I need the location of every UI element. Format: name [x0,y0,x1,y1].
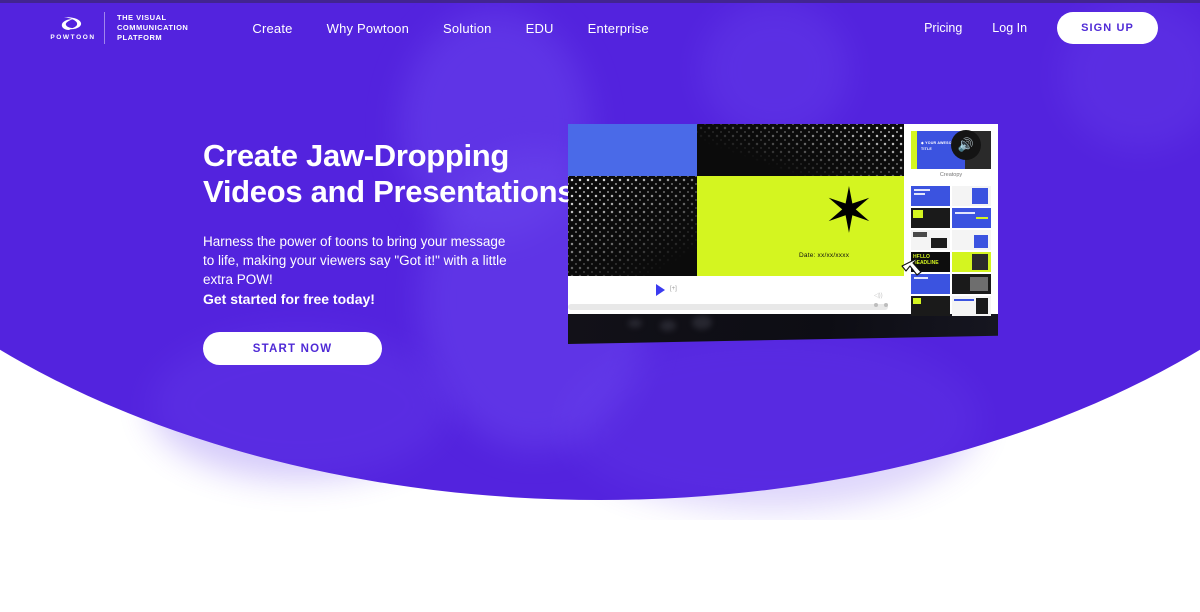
hero-sub-emphasis: Get started for free today! [203,291,375,307]
sidebar-label: Creatopy [939,172,963,178]
canvas-date-text: Date: xx/xx/xxxx [799,252,850,259]
list-item[interactable] [911,208,950,228]
login-link[interactable]: Log In [992,21,1027,35]
nav-item-create[interactable]: Create [252,21,292,36]
stats-bar: 1 1 5,7 2 0,4 8 9 POWTOONS CREATED USED … [0,520,1200,612]
hero-sub-line-3: extra POW! [203,272,273,287]
signup-button[interactable]: SIGN UP [1057,12,1158,44]
pricing-link[interactable]: Pricing [924,21,962,35]
play-badge-label: [+] [670,286,677,292]
page-title: Create Jaw-Dropping Videos and Presentat… [203,138,583,210]
brand-logo[interactable]: POWTOON THE VISUAL COMMUNICATION PLATFOR… [50,12,188,44]
hero-title-line-1: Create Jaw-Dropping [203,138,510,173]
nav-item-enterprise[interactable]: Enterprise [588,21,649,36]
list-item[interactable] [952,252,991,272]
halftone-pattern-icon [568,176,697,276]
list-item[interactable] [952,274,991,294]
hero-title-line-2: Videos and Presentations [203,174,575,209]
canvas-quadrant-lime: ✶ Date: xx/xx/xxxx [697,176,904,276]
hero-sub-line-1: Harness the power of toons to bring your… [203,234,506,249]
nav-item-edu[interactable]: EDU [526,21,554,36]
hero-copy: Create Jaw-Dropping Videos and Presentat… [203,138,583,365]
list-item[interactable] [952,186,991,206]
editor-canvas[interactable]: ✶ Date: xx/xx/xxxx [568,124,904,276]
canvas-quadrant-halftone-top [697,124,904,176]
canvas-quadrant-halftone-left [568,176,697,276]
list-item[interactable] [911,230,950,250]
list-item[interactable] [952,208,991,228]
logo-wordmark: POWTOON [50,34,96,41]
header-actions: Pricing Log In SIGN UP [924,12,1158,44]
timeline-marker[interactable] [884,303,888,307]
product-screenshot: ✶ Date: xx/xx/xxxx [+] ◁)) ◆ YOUR AWESOM… [568,124,998,366]
player-controls: [+] ◁)) [568,276,904,314]
list-item[interactable] [952,296,991,316]
app-window: ✶ Date: xx/xx/xxxx [+] ◁)) ◆ YOUR AWESOM… [568,124,998,316]
list-item[interactable] [911,296,950,316]
hero-subtitle: Harness the power of toons to bring your… [203,232,583,289]
canvas-quadrant-blue [568,124,697,176]
hero-sub-line-2: to life, making your viewers say "Got it… [203,253,507,268]
nav-item-why-powtoon[interactable]: Why Powtoon [327,21,409,36]
speaker-icon[interactable]: 🔊 [951,130,981,160]
landing-page: POWTOON THE VISUAL COMMUNICATION PLATFOR… [0,0,1200,612]
app-sidebar: ◆ YOUR AWESOME TITLE 🔊 Creatopy HELLO HE… [904,124,998,316]
volume-icon[interactable]: ◁)) [874,292,883,299]
brand-divider [104,12,105,44]
list-item[interactable] [911,186,950,206]
nav-item-solution[interactable]: Solution [443,21,492,36]
timeline-marker[interactable] [874,303,878,307]
timeline-scrubber[interactable] [568,304,888,310]
site-header: POWTOON THE VISUAL COMMUNICATION PLATFOR… [0,0,1200,56]
template-thumbnail-grid: HELLO HEADLINE [911,186,991,316]
tagline-line-1: THE VISUAL [117,13,167,22]
halftone-pattern-icon [697,124,904,176]
asterisk-icon: ✶ [823,174,875,247]
brand-tagline: THE VISUAL COMMUNICATION PLATFORM [117,13,188,43]
tagline-line-3: PLATFORM [117,33,163,42]
powtoon-ribbon-icon: POWTOON [50,15,94,41]
sidebar-card-accent [911,131,917,169]
play-icon[interactable] [656,284,665,296]
main-nav: Create Why Powtoon Solution EDU Enterpri… [252,21,683,36]
list-item[interactable] [952,230,991,250]
tagline-line-2: COMMUNICATION [117,23,189,32]
start-now-button[interactable]: START NOW [203,332,382,365]
